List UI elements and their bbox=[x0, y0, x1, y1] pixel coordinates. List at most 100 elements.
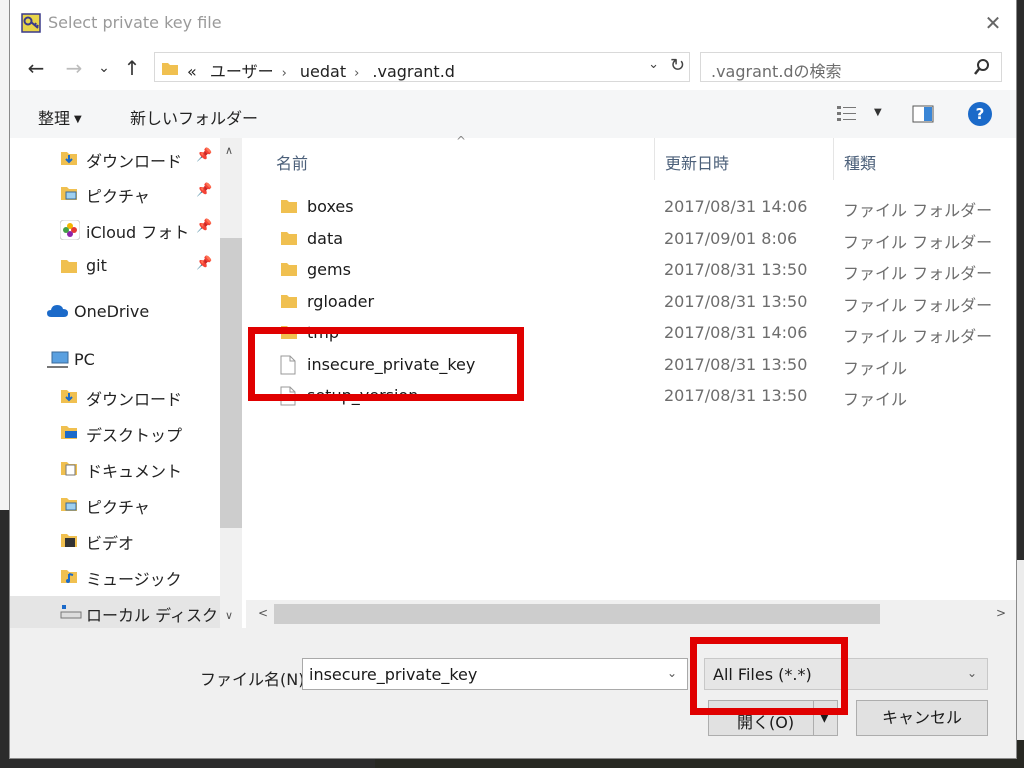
documents-folder-icon bbox=[61, 462, 77, 476]
sidebar-item-label: OneDrive bbox=[74, 302, 150, 321]
scroll-down-icon[interactable]: ∨ bbox=[225, 609, 233, 622]
sidebar-item-music[interactable]: ミュージック bbox=[10, 560, 220, 592]
scroll-up-icon[interactable]: ∧ bbox=[225, 144, 233, 157]
file-row[interactable]: boxes 2017/08/31 14:06 ファイル フォルダー bbox=[246, 191, 1006, 222]
file-open-dialog: Select private key file ✕ ← → ⌄ ↑ « ユーザー… bbox=[10, 0, 1016, 758]
sidebar-item-icloud-photos[interactable]: iCloud フォト 📌 bbox=[10, 213, 220, 245]
sidebar-item-documents[interactable]: ドキュメント bbox=[10, 452, 220, 484]
new-folder-button[interactable]: 新しいフォルダー bbox=[130, 105, 258, 129]
cancel-button[interactable]: キャンセル bbox=[856, 700, 988, 736]
scrollbar-thumb[interactable] bbox=[220, 238, 242, 528]
file-row[interactable]: gems 2017/08/31 13:50 ファイル フォルダー bbox=[246, 254, 1006, 285]
file-icon bbox=[280, 355, 296, 375]
recent-locations-button[interactable]: ⌄ bbox=[90, 54, 118, 82]
filename-field[interactable]: insecure_private_key ⌄ bbox=[302, 658, 688, 690]
sidebar-item-onedrive[interactable]: OneDrive bbox=[10, 296, 220, 328]
breadcrumb-uedat[interactable]: uedat bbox=[300, 62, 346, 81]
forward-button[interactable]: → bbox=[60, 54, 88, 82]
folder-icon bbox=[162, 63, 178, 75]
sidebar-item-desktop[interactable]: デスクトップ bbox=[10, 416, 220, 448]
file-list-horizontal-scrollbar[interactable]: < > bbox=[246, 600, 1016, 628]
close-button[interactable]: ✕ bbox=[970, 0, 1016, 46]
organize-menu[interactable]: 整理 ▼ bbox=[38, 105, 82, 129]
file-type: ファイル bbox=[843, 359, 908, 378]
sidebar-item-pc-pictures[interactable]: ピクチャ bbox=[10, 488, 220, 520]
pin-icon[interactable]: 📌 bbox=[196, 219, 212, 234]
file-type-select[interactable]: All Files (*.*) ⌄ bbox=[704, 658, 988, 690]
breadcrumb-vagrant-d[interactable]: .vagrant.d bbox=[372, 62, 455, 81]
file-name: insecure_private_key bbox=[307, 355, 476, 374]
videos-folder-icon bbox=[61, 534, 77, 547]
file-type: ファイル フォルダー bbox=[843, 296, 993, 315]
chevron-down-icon[interactable]: ⌄ bbox=[967, 666, 977, 680]
file-row[interactable]: rgloader 2017/08/31 13:50 ファイル フォルダー bbox=[246, 286, 1006, 317]
chevron-right-icon: › bbox=[354, 66, 360, 81]
preview-pane-icon[interactable] bbox=[912, 104, 934, 124]
search-input[interactable]: .vagrant.dの検索 bbox=[711, 58, 842, 82]
open-button[interactable]: 開く(O) ▼ bbox=[708, 700, 838, 736]
file-row[interactable]: tmp 2017/08/31 14:06 ファイル フォルダー bbox=[246, 317, 1006, 348]
search-box[interactable]: .vagrant.dの検索 bbox=[700, 52, 1002, 82]
sidebar-item-local-disk[interactable]: ローカル ディスク (C: bbox=[10, 596, 242, 628]
search-icon[interactable] bbox=[973, 57, 991, 77]
file-row[interactable]: data 2017/09/01 8:06 ファイル フォルダー bbox=[246, 223, 1006, 254]
sidebar-item-pc-downloads[interactable]: ダウンロード bbox=[10, 380, 220, 412]
folder-icon bbox=[281, 326, 297, 339]
sidebar-item-label: ローカル ディスク (C: bbox=[86, 606, 242, 625]
sidebar-item-videos[interactable]: ビデオ bbox=[10, 524, 220, 556]
view-options-icon[interactable] bbox=[836, 104, 858, 124]
up-button[interactable]: ↑ bbox=[118, 54, 146, 82]
filename-value[interactable]: insecure_private_key bbox=[309, 665, 477, 684]
breadcrumb: « ユーザー › uedat › .vagrant.d bbox=[187, 58, 463, 82]
breadcrumb-overflow[interactable]: « bbox=[187, 62, 197, 81]
file-name: gems bbox=[307, 260, 351, 279]
folder-icon bbox=[281, 200, 297, 213]
file-icon bbox=[280, 386, 296, 406]
sidebar-item-pictures[interactable]: ピクチャ 📌 bbox=[10, 177, 220, 209]
file-name: rgloader bbox=[307, 292, 375, 311]
file-row[interactable]: insecure_private_key 2017/08/31 13:50 ファ… bbox=[246, 349, 1006, 380]
sidebar-item-label: iCloud フォト bbox=[86, 223, 190, 242]
pin-icon[interactable]: 📌 bbox=[196, 256, 212, 271]
open-button-label: 開く(O) bbox=[737, 713, 795, 732]
pin-icon[interactable]: 📌 bbox=[196, 183, 212, 198]
caret-down-icon: ▼ bbox=[74, 114, 82, 125]
file-date: 2017/08/31 13:50 bbox=[664, 260, 808, 279]
chevron-down-icon[interactable]: ⌄ bbox=[667, 666, 677, 680]
scroll-right-icon[interactable]: > bbox=[996, 606, 1006, 620]
file-type-value: All Files (*.*) bbox=[713, 665, 812, 684]
help-icon[interactable]: ? bbox=[968, 102, 992, 126]
back-button[interactable]: ← bbox=[22, 54, 50, 82]
folder-icon bbox=[281, 263, 297, 276]
download-folder-icon bbox=[61, 390, 77, 403]
filename-label: ファイル名(N): bbox=[200, 670, 310, 689]
file-row[interactable]: setup_version 2017/08/31 13:50 ファイル bbox=[246, 380, 1006, 411]
view-dropdown-icon[interactable]: ▼ bbox=[874, 107, 882, 118]
file-date: 2017/08/31 13:50 bbox=[664, 386, 808, 405]
address-bar[interactable]: « ユーザー › uedat › .vagrant.d ⌄ ↻ bbox=[154, 52, 690, 82]
file-type: ファイル フォルダー bbox=[843, 201, 993, 220]
address-dropdown-icon[interactable]: ⌄ bbox=[648, 57, 659, 72]
sidebar-item-label: ミュージック bbox=[86, 570, 182, 589]
file-type: ファイル フォルダー bbox=[843, 264, 993, 283]
sidebar-item-label: ビデオ bbox=[86, 534, 135, 553]
column-header-name[interactable]: 名前 bbox=[246, 138, 654, 180]
sidebar-item-git[interactable]: git 📌 bbox=[10, 250, 220, 282]
sidebar-scrollbar[interactable]: ∧ ∨ bbox=[220, 138, 242, 628]
open-options-icon[interactable]: ▼ bbox=[819, 709, 830, 725]
folder-icon bbox=[61, 260, 77, 273]
file-list: ^ 名前 更新日時 種類 boxes 2017/08/31 14:06 ファイル… bbox=[246, 134, 1016, 628]
sidebar-item-label: ピクチャ bbox=[86, 498, 150, 517]
navigation-pane: ダウンロード 📌 ピクチャ 📌 iCloud フォト 📌 git 📌 OneDr… bbox=[10, 138, 242, 628]
sidebar-item-pc[interactable]: PC bbox=[10, 344, 220, 376]
scrollbar-thumb[interactable] bbox=[274, 604, 880, 624]
breadcrumb-users[interactable]: ユーザー bbox=[210, 62, 274, 81]
pin-icon[interactable]: 📌 bbox=[196, 148, 212, 163]
pictures-folder-icon bbox=[61, 498, 77, 511]
scroll-left-icon[interactable]: < bbox=[258, 606, 268, 620]
refresh-icon[interactable]: ↻ bbox=[670, 55, 685, 76]
sidebar-item-downloads[interactable]: ダウンロード 📌 bbox=[10, 142, 220, 174]
file-date: 2017/09/01 8:06 bbox=[664, 229, 798, 248]
column-header-date[interactable]: 更新日時 bbox=[655, 138, 833, 180]
column-header-type[interactable]: 種類 bbox=[834, 138, 1014, 180]
